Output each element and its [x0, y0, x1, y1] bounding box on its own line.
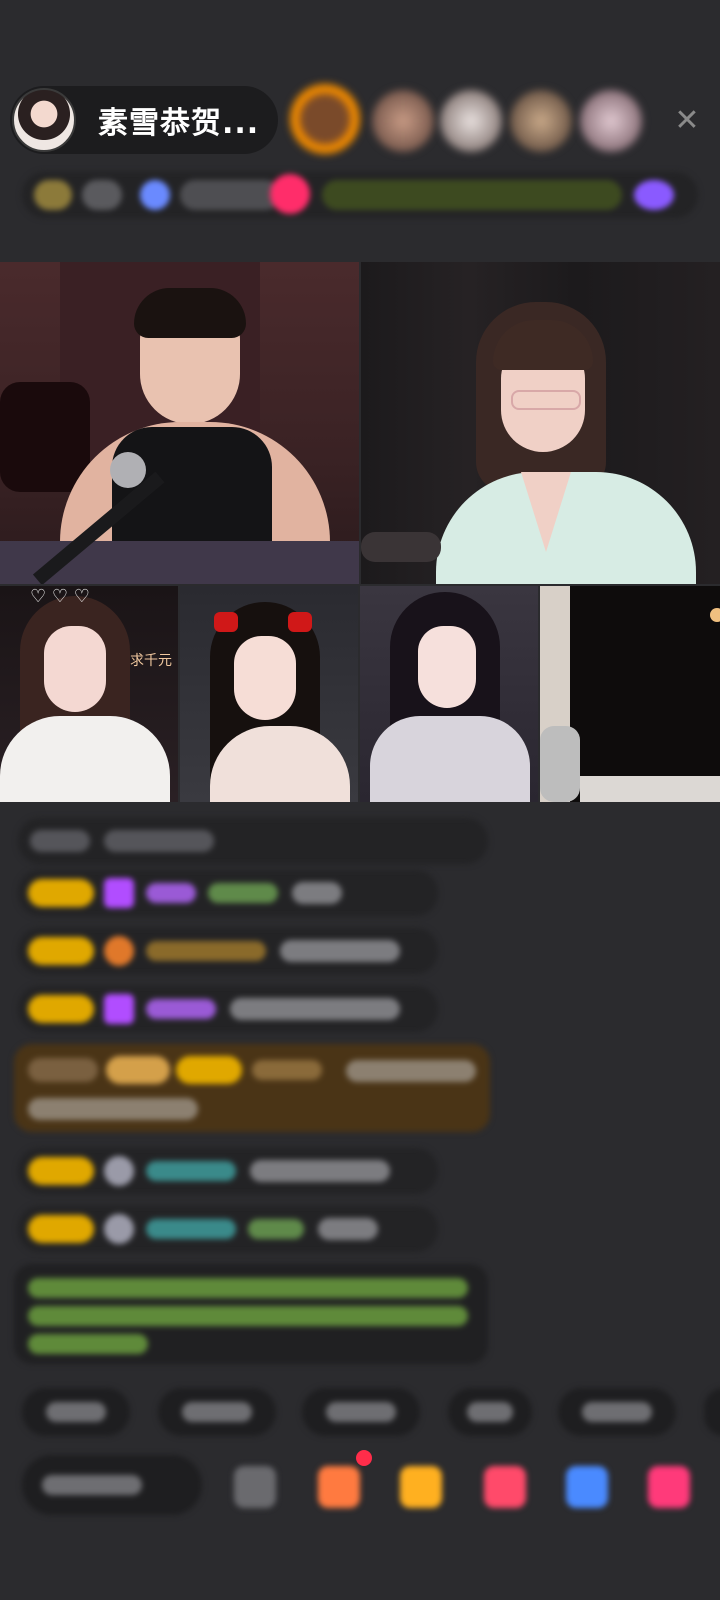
- rank-text: [82, 180, 122, 210]
- special-level-badge: [176, 1056, 242, 1084]
- tile4-bow-right: [288, 612, 312, 632]
- tile3-shirt: [0, 716, 170, 802]
- host-name: 素雪恭贺...: [98, 106, 260, 141]
- special-user-name[interactable]: [252, 1060, 322, 1080]
- fans-text: [180, 180, 280, 210]
- tile1-chair: [0, 382, 90, 492]
- level-badge: [28, 1157, 94, 1185]
- gift-box-icon[interactable]: [318, 1466, 360, 1508]
- chat-user-name[interactable]: [146, 941, 266, 961]
- level-badge: [28, 995, 94, 1023]
- video-tile-guest-5[interactable]: [540, 586, 720, 802]
- activity-banner[interactable]: [322, 180, 622, 210]
- rank-badge[interactable]: [34, 180, 72, 210]
- video-tile-guest-2[interactable]: ♡ ♡ ♡ 求千元: [0, 586, 178, 802]
- activity-icon[interactable]: [634, 180, 674, 210]
- quick-reply-6[interactable]: [704, 1388, 720, 1436]
- chat-message-3[interactable]: [18, 986, 438, 1032]
- chat-system-message: [18, 818, 488, 864]
- chat-special-message[interactable]: [14, 1044, 490, 1132]
- notification-dot: [356, 1450, 372, 1466]
- tile3-overlay-text: 求千元: [130, 653, 172, 669]
- chat-message-text: [318, 1218, 378, 1240]
- heart-gift-icon[interactable]: [484, 1466, 526, 1508]
- special-text-1: [346, 1060, 476, 1082]
- purple-gem-icon: [104, 994, 134, 1024]
- special-text-2: [28, 1098, 198, 1120]
- chat-gift-target: [248, 1219, 304, 1239]
- chat-user-name[interactable]: [146, 1161, 236, 1181]
- video-tile-guest-1[interactable]: [361, 262, 720, 584]
- top-viewer-avatar-1[interactable]: [290, 84, 360, 154]
- tile6-microphone: [540, 726, 580, 802]
- chat-message-4[interactable]: [18, 1148, 438, 1194]
- chat-gift-target: [208, 883, 278, 903]
- chat-message-text: [280, 940, 400, 962]
- tile6-desk: [580, 776, 720, 802]
- tile1-hair: [134, 288, 246, 338]
- video-tile-guest-4[interactable]: [360, 586, 538, 802]
- close-icon[interactable]: ✕: [670, 104, 704, 138]
- quick-reply-5[interactable]: [558, 1388, 676, 1436]
- video-tile-host[interactable]: [0, 262, 359, 584]
- tile4-bow-left: [214, 612, 238, 632]
- hearts-overlay: ♡ ♡ ♡: [30, 586, 90, 607]
- level-badge: [28, 879, 94, 907]
- treasure-icon[interactable]: [400, 1466, 442, 1508]
- host-info-pill[interactable]: 素雪恭贺...: [10, 86, 278, 154]
- chat-message-text: [250, 1160, 390, 1182]
- chat-message-5[interactable]: [18, 1206, 438, 1252]
- special-badge-1: [28, 1058, 98, 1082]
- tile5-face: [418, 626, 476, 708]
- chat-user-name[interactable]: [146, 883, 196, 903]
- special-badge-2: [106, 1056, 170, 1084]
- emoji-icon[interactable]: [234, 1466, 276, 1508]
- more-gift-icon[interactable]: [648, 1466, 690, 1508]
- top-viewer-avatar-4[interactable]: [510, 90, 572, 152]
- grey-fan-icon: [104, 1156, 134, 1186]
- top-viewer-avatar-5[interactable]: [580, 90, 642, 152]
- level-badge: [28, 937, 94, 965]
- tile3-face: [44, 626, 106, 712]
- room-info-bar[interactable]: [22, 172, 698, 218]
- quick-reply-1[interactable]: [22, 1388, 130, 1436]
- chat-message-2[interactable]: [18, 928, 438, 974]
- chat-user-name[interactable]: [146, 1219, 236, 1239]
- tile4-face: [234, 636, 296, 720]
- video-tile-guest-3[interactable]: [180, 586, 358, 802]
- chat-input[interactable]: [22, 1455, 202, 1515]
- quick-reply-3[interactable]: [302, 1388, 420, 1436]
- tile5-top: [370, 716, 530, 802]
- purple-gem-icon: [104, 878, 134, 908]
- tile2-guitar: [361, 532, 441, 562]
- chat-announcement: [14, 1264, 488, 1364]
- host-avatar[interactable]: [12, 88, 76, 152]
- orange-fan-icon: [104, 936, 134, 966]
- chat-message-1[interactable]: [18, 870, 438, 916]
- fans-icon[interactable]: [140, 180, 170, 210]
- tile6-light: [710, 608, 720, 622]
- top-viewer-avatar-3[interactable]: [440, 90, 502, 152]
- top-viewer-avatar-2[interactable]: [372, 90, 434, 152]
- level-badge: [28, 1215, 94, 1243]
- chat-message-text: [230, 998, 400, 1020]
- quick-reply-2[interactable]: [158, 1388, 276, 1436]
- grey-fan-icon: [104, 1214, 134, 1244]
- game-icon[interactable]: [566, 1466, 608, 1508]
- tile2-glasses: [511, 390, 581, 410]
- tile2-top: [436, 472, 696, 584]
- chat-user-name[interactable]: [146, 999, 216, 1019]
- pk-icon[interactable]: [270, 174, 310, 214]
- chat-message-text: [292, 882, 342, 904]
- quick-reply-4[interactable]: [448, 1388, 532, 1436]
